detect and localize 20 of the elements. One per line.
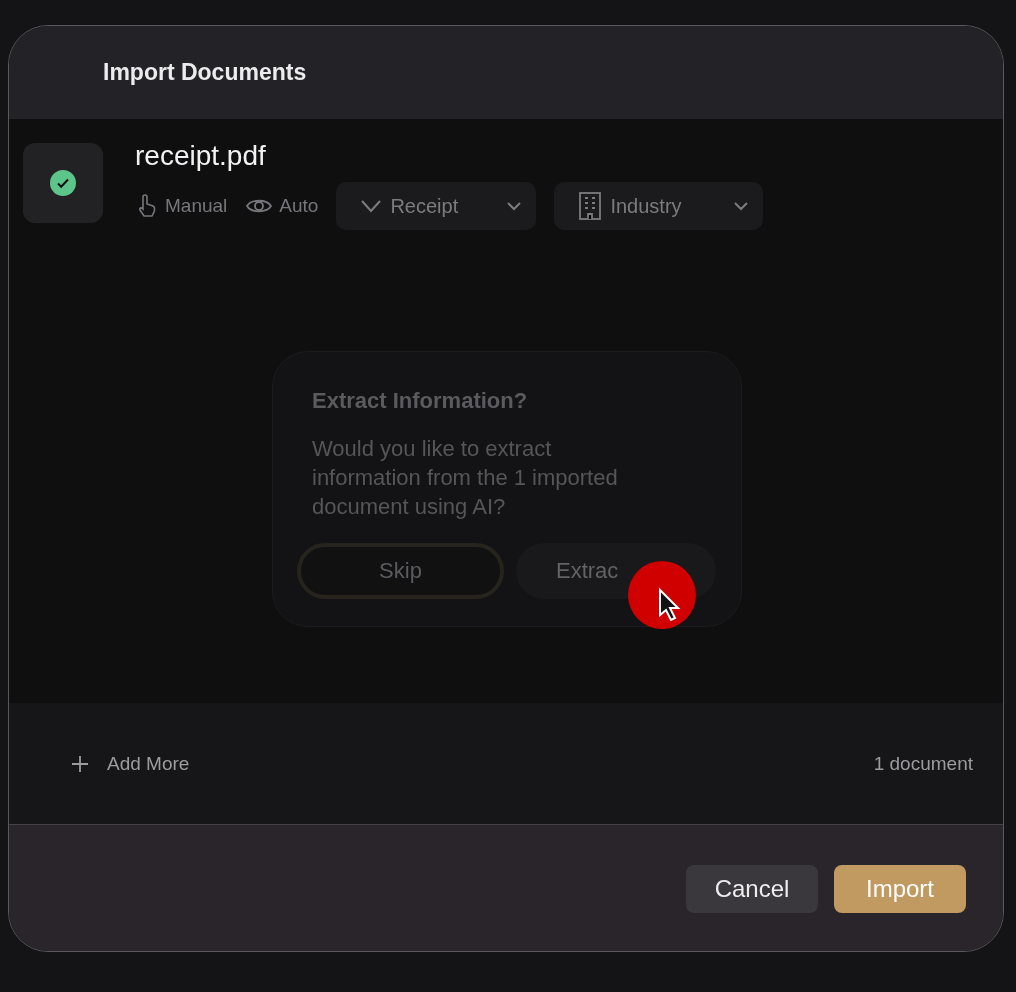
dropdown-value: Receipt [390, 194, 460, 218]
dropdown-value: Industry [610, 194, 683, 218]
building-icon [578, 191, 603, 221]
type-dropdown[interactable]: Receipt [336, 182, 537, 230]
mode-option[interactable]: Manual [135, 193, 228, 219]
category-dropdown[interactable]: Industry [554, 182, 764, 230]
prompt-title: Extract Information? [312, 388, 529, 414]
document-count: 1 document [873, 752, 973, 775]
add-more-button[interactable]: Add More [71, 752, 190, 775]
plus-icon [71, 754, 89, 773]
chevron-down-icon [733, 201, 750, 211]
import-button[interactable]: Import [834, 865, 966, 913]
chevron-down-icon [360, 199, 383, 213]
mode-option[interactable]: Auto [245, 195, 319, 217]
skip-button[interactable]: Skip [297, 543, 504, 599]
window-title: Import Documents [103, 59, 307, 86]
cancel-button[interactable]: Cancel [686, 865, 818, 913]
file-name: receipt.pdf [135, 140, 267, 172]
chevron-down-icon [506, 201, 523, 211]
prompt-message: Would you like to extract information from the 1 imported document using AI? [312, 435, 619, 521]
